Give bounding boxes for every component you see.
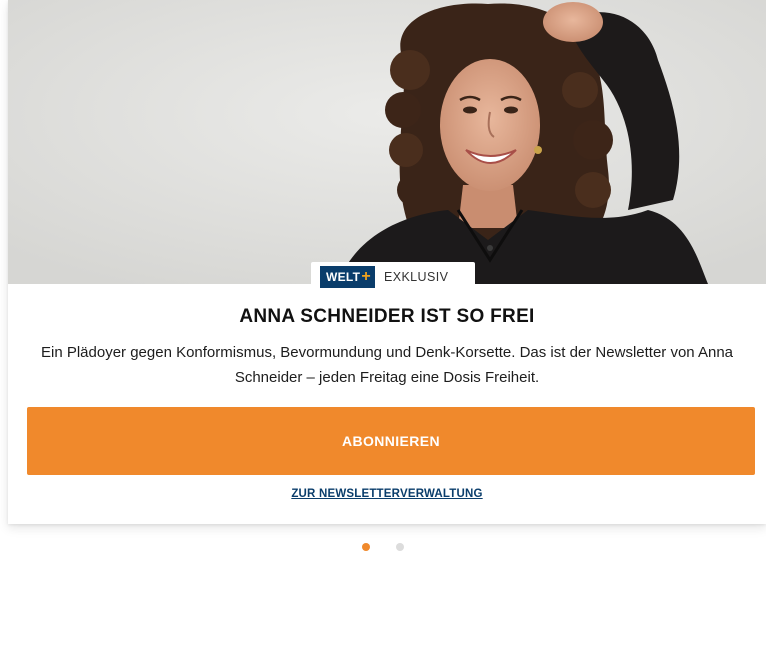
portrait-illustration — [8, 0, 766, 284]
exclusive-badge: WELT + EXKLUSIV — [311, 262, 475, 292]
newsletter-title: ANNA SCHNEIDER IST SO FREI — [239, 306, 535, 327]
newsletter-management-link[interactable]: ZUR NEWSLETTERVERWALTUNG — [8, 488, 766, 500]
subscribe-button[interactable]: ABONNIEREN — [27, 407, 755, 475]
carousel-dot-2[interactable] — [396, 543, 404, 551]
welt-logo-text: WELT — [326, 270, 361, 284]
welt-plus-icon: + — [361, 268, 371, 285]
welt-plus-logo: WELT + — [320, 266, 375, 288]
newsletter-description: Ein Plädoyer gegen Konformismus, Bevormu… — [40, 344, 734, 386]
newsletter-card: WELT + EXKLUSIV ANNA SCHNEIDER IST SO FR… — [8, 0, 766, 524]
exclusive-label: EXKLUSIV — [383, 270, 449, 284]
carousel-pagination — [0, 543, 766, 551]
carousel-dot-1[interactable] — [362, 543, 370, 551]
hero-image — [8, 0, 766, 284]
